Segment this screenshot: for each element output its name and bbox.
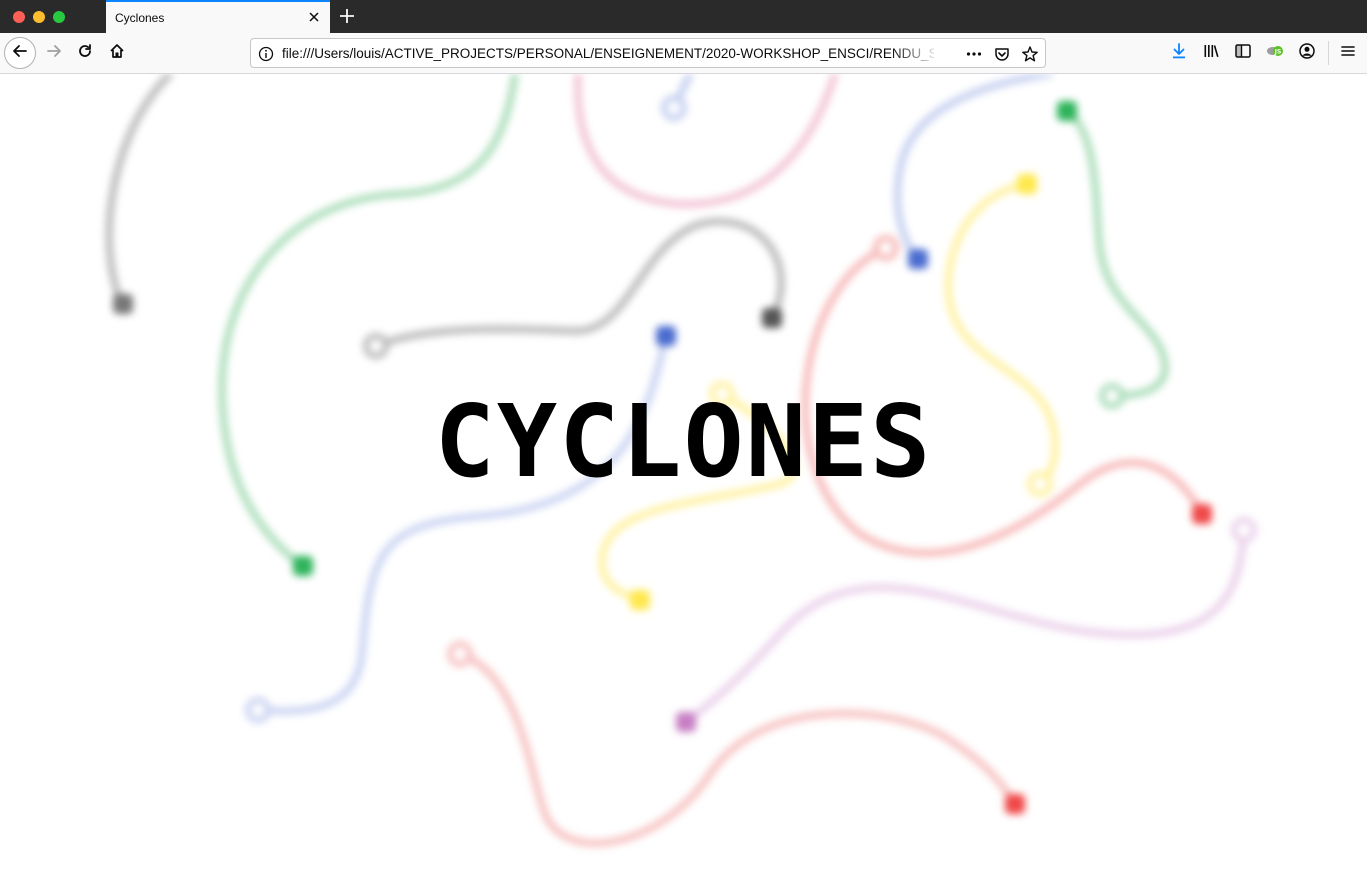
navigation-toolbar: file:///Users/louis/ACTIVE_PROJECTS/PERS… bbox=[0, 33, 1367, 74]
cyclone-path-pink-1 bbox=[574, 74, 839, 208]
library-button[interactable] bbox=[1195, 37, 1227, 69]
cyclone-start-yellow-2 bbox=[630, 590, 650, 610]
cyclone-start-blue-2 bbox=[908, 249, 928, 269]
cyclone-start-purple-1 bbox=[676, 712, 696, 732]
tab-cyclones[interactable]: Cyclones bbox=[106, 0, 330, 33]
cyclone-start-gray-1 bbox=[113, 294, 133, 314]
tab-strip: Cyclones bbox=[0, 0, 1367, 33]
cyclone-start-green-1 bbox=[293, 556, 313, 576]
more-horizontal-icon[interactable] bbox=[965, 45, 983, 63]
library-icon bbox=[1202, 42, 1220, 65]
reload-button[interactable] bbox=[69, 37, 101, 69]
forward-button[interactable] bbox=[38, 37, 70, 69]
close-icon[interactable] bbox=[306, 9, 322, 25]
downloads-button[interactable] bbox=[1163, 37, 1195, 69]
cyclone-end-gray-2 bbox=[363, 333, 389, 359]
info-icon[interactable] bbox=[257, 45, 275, 63]
cyclone-path-blue-2 bbox=[894, 74, 1054, 263]
cyclone-path-purple-1 bbox=[682, 526, 1248, 726]
url-bar[interactable]: file:///Users/louis/ACTIVE_PROJECTS/PERS… bbox=[250, 38, 1046, 68]
cyclone-start-blue-3 bbox=[656, 326, 676, 346]
home-button[interactable] bbox=[101, 37, 133, 69]
window-zoom-button[interactable] bbox=[53, 11, 65, 23]
cyclone-start-yellow-1 bbox=[1017, 174, 1037, 194]
star-icon[interactable] bbox=[1021, 45, 1039, 63]
menu-button[interactable] bbox=[1332, 37, 1364, 69]
window-close-button[interactable] bbox=[13, 11, 25, 23]
url-fade bbox=[891, 41, 941, 65]
pocket-icon[interactable] bbox=[993, 45, 1011, 63]
cyclone-start-gray-2 bbox=[762, 308, 782, 328]
cyclone-start-green-2 bbox=[1057, 101, 1077, 121]
page-headline: CYCLONES bbox=[434, 383, 933, 500]
toolbar-separator bbox=[1328, 41, 1329, 65]
account-icon bbox=[1298, 42, 1316, 65]
account-button[interactable] bbox=[1291, 37, 1323, 69]
home-icon bbox=[108, 42, 126, 65]
js-extension-button[interactable]: JS bbox=[1259, 37, 1291, 69]
cyclone-end-blue-3 bbox=[245, 697, 271, 723]
cyclone-start-red-1 bbox=[1192, 504, 1212, 524]
sidebar-icon bbox=[1234, 42, 1252, 65]
js-extension-icon: JS bbox=[1265, 42, 1285, 65]
cyclone-path-green-2 bbox=[1063, 107, 1169, 400]
arrow-right-icon bbox=[45, 42, 63, 65]
download-icon bbox=[1170, 42, 1188, 65]
hamburger-menu-icon bbox=[1339, 42, 1357, 65]
cyclone-end-red-1 bbox=[873, 235, 899, 261]
sidebar-button[interactable] bbox=[1227, 37, 1259, 69]
reload-icon bbox=[76, 42, 94, 65]
cyclone-end-red-2 bbox=[447, 641, 473, 667]
arrow-left-icon bbox=[11, 42, 29, 65]
window-minimize-button[interactable] bbox=[33, 11, 45, 23]
tab-title: Cyclones bbox=[115, 11, 165, 25]
cyclone-path-gray-2 bbox=[372, 218, 785, 350]
extension-badge: JS bbox=[1274, 48, 1282, 55]
back-button[interactable] bbox=[4, 37, 36, 69]
cyclone-path-gray-1 bbox=[105, 74, 174, 308]
cyclone-start-red-2 bbox=[1005, 794, 1025, 814]
cyclone-end-blue-1 bbox=[661, 95, 687, 121]
new-tab-button[interactable] bbox=[336, 5, 358, 27]
cyclone-end-purple-1 bbox=[1231, 517, 1257, 543]
url-input[interactable]: file:///Users/louis/ACTIVE_PROJECTS/PERS… bbox=[282, 46, 934, 61]
page-content: CYCLONES bbox=[0, 74, 1367, 872]
